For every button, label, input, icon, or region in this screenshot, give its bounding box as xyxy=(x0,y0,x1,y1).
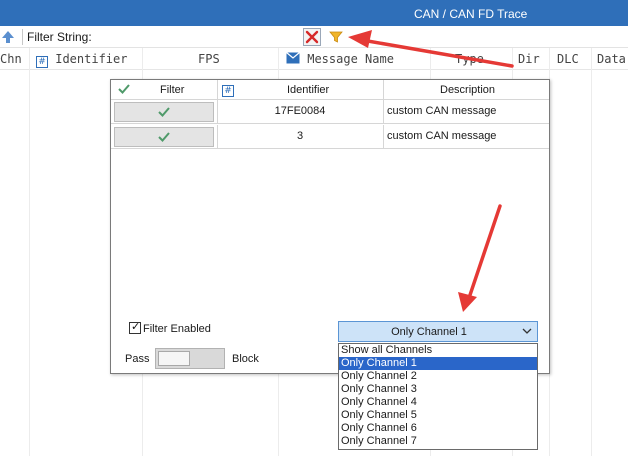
description-column-header[interactable]: Description xyxy=(440,84,495,96)
channel-option[interactable]: Only Channel 4 xyxy=(339,396,537,409)
channel-option[interactable]: Only Channel 7 xyxy=(339,435,537,448)
toggle-knob[interactable] xyxy=(158,351,190,366)
filter-row[interactable]: 17FE0084 custom CAN message xyxy=(111,100,549,124)
channel-option[interactable]: Only Channel 2 xyxy=(339,370,537,383)
filter-row[interactable]: 3 custom CAN message xyxy=(111,125,549,149)
chevron-down-icon xyxy=(521,325,533,337)
checkmark-icon xyxy=(117,82,131,99)
trace-column-headers: Chn # Identifier FPS Message Name Type D… xyxy=(0,48,628,70)
title-bar: CAN / CAN FD Trace xyxy=(0,0,628,26)
column-header-type[interactable]: Type xyxy=(455,52,484,66)
row-identifier[interactable]: 17FE0084 xyxy=(217,105,383,117)
pass-label: Pass xyxy=(125,353,150,365)
block-label: Block xyxy=(232,353,259,365)
channel-dropdown-list: Show all Channels Only Channel 1 Only Ch… xyxy=(338,343,538,450)
channel-option-selected[interactable]: Only Channel 1 xyxy=(339,357,537,370)
row-enabled-toggle[interactable] xyxy=(114,102,214,122)
row-enabled-toggle[interactable] xyxy=(114,127,214,147)
column-header-data[interactable]: Data xyxy=(597,52,626,66)
header-divider xyxy=(383,80,384,99)
cell-divider xyxy=(383,100,384,123)
hash-icon: # xyxy=(36,56,48,68)
column-divider xyxy=(29,48,30,456)
filter-enabled-checkbox[interactable]: Filter Enabled xyxy=(129,320,211,335)
filter-column-header[interactable]: Filter xyxy=(160,84,184,96)
column-header-identifier[interactable]: # Identifier xyxy=(36,52,127,68)
pass-block-toggle[interactable] xyxy=(155,348,225,369)
arrow-up-icon[interactable] xyxy=(0,29,16,45)
cell-divider xyxy=(383,125,384,148)
filter-toggle-button[interactable] xyxy=(327,28,345,46)
red-x-icon xyxy=(305,30,319,44)
channel-option[interactable]: Show all Channels xyxy=(339,344,537,357)
row-identifier[interactable]: 3 xyxy=(217,130,383,142)
channel-select-value: Only Channel 1 xyxy=(391,326,467,338)
checkmark-icon xyxy=(158,132,170,142)
channel-select[interactable]: Only Channel 1 xyxy=(338,321,538,342)
hash-icon: # xyxy=(222,83,234,97)
filter-toolbar: Filter String: xyxy=(0,26,628,48)
window-title: CAN / CAN FD Trace xyxy=(414,7,528,21)
channel-option[interactable]: Only Channel 3 xyxy=(339,383,537,396)
channel-option[interactable]: Only Channel 6 xyxy=(339,422,537,435)
filter-table-header: Filter # Identifier Description xyxy=(111,80,549,100)
identifier-column-header[interactable]: Identifier xyxy=(287,84,329,96)
column-header-fps[interactable]: FPS xyxy=(198,52,220,66)
checkbox-checked-icon[interactable] xyxy=(129,320,141,334)
row-description[interactable]: custom CAN message xyxy=(387,105,496,117)
filter-string-label: Filter String: xyxy=(27,30,92,44)
filter-enabled-label: Filter Enabled xyxy=(143,323,211,335)
checkmark-icon xyxy=(158,107,170,117)
header-divider xyxy=(217,80,218,99)
column-header-chn[interactable]: Chn xyxy=(0,52,22,66)
column-header-dlc[interactable]: DLC xyxy=(557,52,579,66)
column-header-identifier-label: Identifier xyxy=(55,52,128,66)
clear-filter-button[interactable] xyxy=(303,28,321,46)
column-header-dir[interactable]: Dir xyxy=(518,52,540,66)
column-divider xyxy=(591,48,592,456)
toolbar-divider xyxy=(22,29,23,45)
envelope-icon xyxy=(286,52,300,64)
channel-option[interactable]: Only Channel 5 xyxy=(339,409,537,422)
row-description[interactable]: custom CAN message xyxy=(387,130,496,142)
column-header-message-name-label: Message Name xyxy=(307,52,394,66)
funnel-icon xyxy=(329,31,343,43)
column-header-message-name[interactable]: Message Name xyxy=(286,52,394,66)
